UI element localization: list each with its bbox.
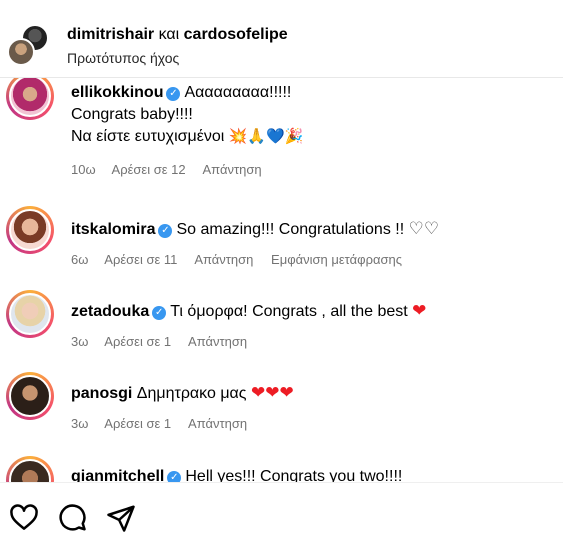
paper-plane-icon[interactable] xyxy=(106,503,136,533)
outline-hearts-emoji: ♡♡ xyxy=(408,219,440,238)
avatar[interactable] xyxy=(6,78,54,120)
comment-meta: 6ω Αρέσει σε 11 Απάντηση Εμφάνιση μετάφρ… xyxy=(71,252,416,267)
comment-body: Hell yes!!! Congrats you two!!!! xyxy=(185,468,403,482)
avatar[interactable] xyxy=(6,290,54,338)
comment-username[interactable]: panosgi xyxy=(71,385,132,402)
comment-time: 3ω xyxy=(71,416,89,431)
avatar[interactable] xyxy=(6,206,54,254)
red-heart-emoji: ❤ xyxy=(412,301,427,320)
collab-title: dimitrishair και cardosofelipe xyxy=(67,26,288,44)
verified-icon: ✓ xyxy=(167,471,182,482)
action-bar xyxy=(0,482,563,549)
comment-username[interactable]: zetadouka xyxy=(71,303,149,320)
likes-count[interactable]: Αρέσει σε 1 xyxy=(104,416,171,431)
avatar-cardosofelipe[interactable] xyxy=(7,38,35,66)
translate-button[interactable]: Εμφάνιση μετάφρασης xyxy=(271,252,402,267)
comment-bubble-icon[interactable] xyxy=(57,503,87,533)
likes-count[interactable]: Αρέσει σε 11 xyxy=(104,252,177,267)
verified-icon: ✓ xyxy=(166,87,181,101)
comment-time: 10ω xyxy=(71,162,96,177)
comment-meta: 3ω Αρέσει σε 1 Απάντηση xyxy=(71,334,261,349)
verified-icon: ✓ xyxy=(158,224,173,238)
comment-line: Να είστε ευτυχισμένοι xyxy=(71,128,225,145)
comment-username[interactable]: ellikokkinou xyxy=(71,84,163,101)
comment-meta: 10ω Αρέσει σε 12 Απάντηση xyxy=(71,162,276,177)
heart-outline-icon[interactable] xyxy=(9,503,39,533)
comment-username[interactable]: gianmitchell xyxy=(71,468,164,482)
collab-avatars[interactable] xyxy=(7,24,51,68)
comment-text: itskalomira ✓ So amazing!!! Congratulation… xyxy=(71,218,553,241)
comment-meta: 3ω Αρέσει σε 1 Απάντηση xyxy=(71,416,261,431)
reply-button[interactable]: Απάντηση xyxy=(188,416,247,431)
audio-label[interactable]: Πρωτότυπος ήχος xyxy=(67,50,179,66)
comment-body: So amazing!!! Congratulations !! xyxy=(176,221,405,238)
comment-time: 3ω xyxy=(71,334,89,349)
red-hearts-emoji: ❤❤❤ xyxy=(250,383,294,402)
author-link[interactable]: dimitrishair xyxy=(67,26,154,43)
reply-button[interactable]: Απάντηση xyxy=(188,334,247,349)
comments-list[interactable]: ellikokkinou ✓ Ααααααααα!!!!! Congrats bab… xyxy=(0,78,563,482)
comment-line: Congrats baby!!!! xyxy=(71,106,193,123)
comment-text: gianmitchell ✓ Hell yes!!! Congrats you tw… xyxy=(71,466,553,482)
avatar[interactable] xyxy=(6,372,54,420)
avatar[interactable] xyxy=(6,456,54,482)
reply-button[interactable]: Απάντηση xyxy=(203,162,262,177)
conjunction-text: και xyxy=(158,26,180,43)
comment-username[interactable]: itskalomira xyxy=(71,221,155,238)
verified-icon: ✓ xyxy=(152,306,167,320)
reel-header: dimitrishair και cardosofelipe Πρωτότυπο… xyxy=(0,0,563,78)
comment-line: Ααααααααα!!!!! xyxy=(184,84,292,101)
likes-count[interactable]: Αρέσει σε 1 xyxy=(104,334,171,349)
reply-button[interactable]: Απάντηση xyxy=(194,252,253,267)
comment-text: panosgi Δημητρακο μας ❤❤❤ xyxy=(71,382,553,405)
comment-time: 6ω xyxy=(71,252,89,267)
author-link[interactable]: cardosofelipe xyxy=(184,26,288,43)
comment-body: Δημητρακο μας xyxy=(136,385,247,402)
comment-body: Τι όμορφα! Congrats , all the best xyxy=(170,303,408,320)
emoji-sequence: 💥🙏💙🎉 xyxy=(228,128,304,145)
comment-text: ellikokkinou ✓ Ααααααααα!!!!! Congrats bab… xyxy=(71,82,553,148)
likes-count[interactable]: Αρέσει σε 12 xyxy=(112,162,186,177)
comment-text: zetadouka ✓ Τι όμορφα! Congrats , all the … xyxy=(71,300,553,323)
